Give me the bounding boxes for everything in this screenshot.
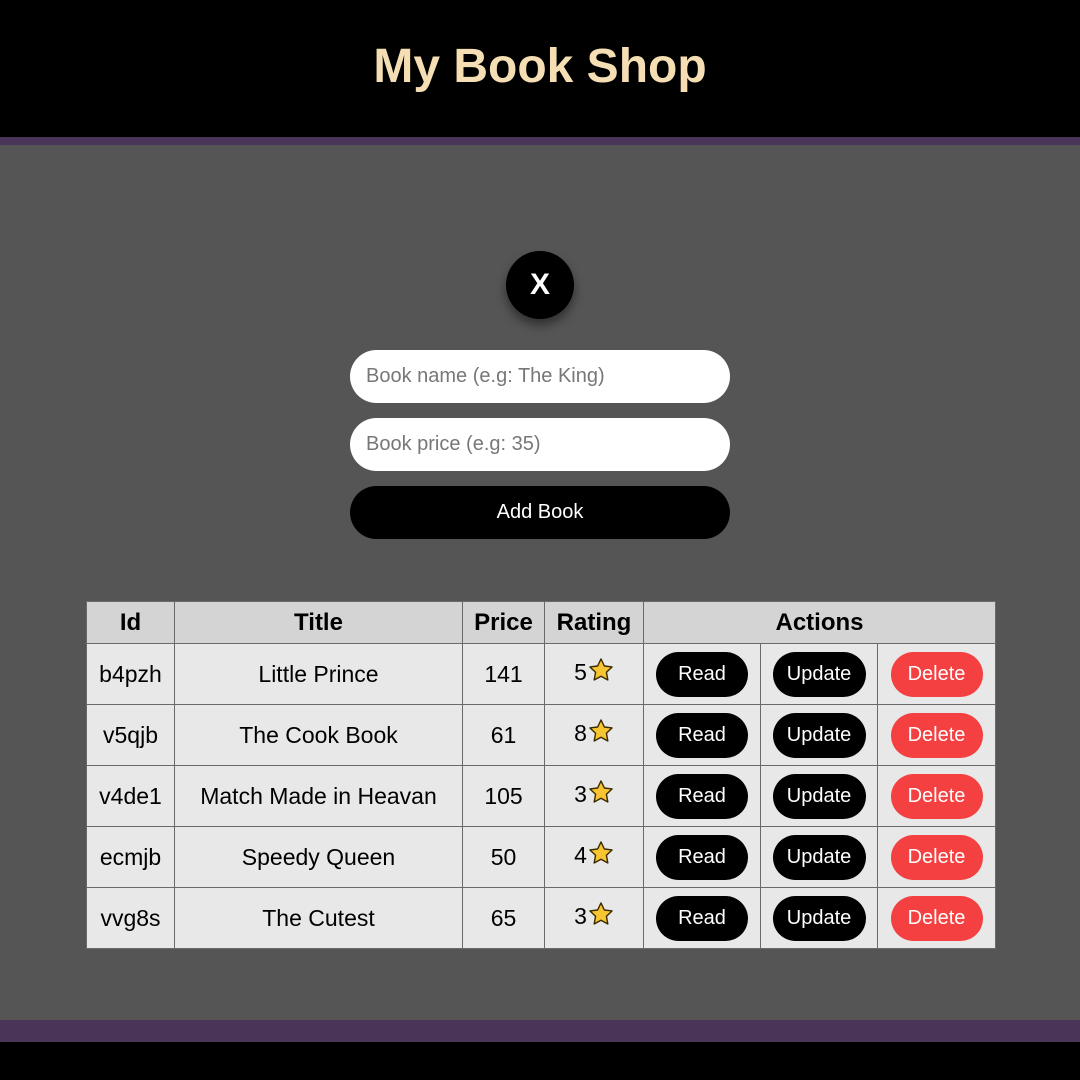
delete-button[interactable]: Delete: [890, 651, 983, 697]
book-id: ecmjb: [86, 826, 175, 888]
table-row: b4pzh Little Prince 141 5 Read Update Delete: [86, 643, 996, 705]
star-icon: [588, 840, 614, 872]
book-title: The Cook Book: [174, 704, 463, 766]
star-icon: [588, 901, 614, 933]
delete-button[interactable]: Delete: [890, 773, 983, 819]
book-name-input[interactable]: [350, 350, 730, 403]
page-header: My Book Shop: [0, 0, 1080, 137]
book-id: v4de1: [86, 765, 175, 827]
delete-cell: Delete: [877, 826, 996, 888]
book-title: Speedy Queen: [174, 826, 463, 888]
add-book-button[interactable]: Add Book: [350, 486, 730, 539]
close-icon: X: [529, 268, 550, 301]
rating-value: 3: [574, 903, 587, 930]
rating-value: 5: [574, 659, 587, 686]
page-title: My Book Shop: [373, 40, 707, 93]
read-button[interactable]: Read: [656, 651, 748, 697]
read-button[interactable]: Read: [656, 834, 748, 880]
update-button[interactable]: Update: [772, 651, 866, 697]
delete-button[interactable]: Delete: [890, 712, 983, 758]
update-button[interactable]: Update: [772, 712, 866, 758]
update-cell: Update: [760, 765, 878, 827]
book-title: The Cutest: [174, 887, 463, 949]
update-cell: Update: [760, 887, 878, 949]
book-price: 105: [462, 765, 545, 827]
star-icon: [588, 718, 614, 750]
page-footer: [0, 1042, 1080, 1080]
delete-cell: Delete: [877, 765, 996, 827]
rating-value: 3: [574, 781, 587, 808]
delete-button[interactable]: Delete: [890, 895, 983, 941]
book-price-input[interactable]: [350, 418, 730, 471]
table-row: v4de1 Match Made in Heavan 105 3 Read Update D…: [86, 765, 996, 827]
delete-button[interactable]: Delete: [890, 834, 983, 880]
delete-cell: Delete: [877, 704, 996, 766]
delete-cell: Delete: [877, 887, 996, 949]
book-title: Little Prince: [174, 643, 463, 705]
close-form-button[interactable]: X: [506, 251, 574, 319]
book-id: vvg8s: [86, 887, 175, 949]
book-rating: 3: [544, 887, 644, 949]
rating-value: 4: [574, 842, 587, 869]
delete-cell: Delete: [877, 643, 996, 705]
update-button[interactable]: Update: [772, 834, 866, 880]
header-actions: Actions: [643, 601, 996, 644]
table-row: v5qjb The Cook Book 61 8 Read Update Delete: [86, 704, 996, 766]
update-cell: Update: [760, 704, 878, 766]
book-price: 65: [462, 887, 545, 949]
book-title: Match Made in Heavan: [174, 765, 463, 827]
read-button[interactable]: Read: [656, 712, 748, 758]
book-rating: 5: [544, 643, 644, 705]
read-cell: Read: [643, 826, 761, 888]
header-price: Price: [462, 601, 545, 644]
update-cell: Update: [760, 643, 878, 705]
star-icon: [588, 779, 614, 811]
book-price: 61: [462, 704, 545, 766]
books-table: Id Title Price Rating Actions b4pzh Littl…: [86, 601, 996, 949]
read-cell: Read: [643, 643, 761, 705]
book-price: 141: [462, 643, 545, 705]
book-id: b4pzh: [86, 643, 175, 705]
update-button[interactable]: Update: [772, 773, 866, 819]
table-header-row: Id Title Price Rating Actions: [86, 601, 996, 644]
read-cell: Read: [643, 704, 761, 766]
book-rating: 3: [544, 765, 644, 827]
table-row: vvg8s The Cutest 65 3 Read Update Delete: [86, 887, 996, 949]
read-button[interactable]: Read: [656, 895, 748, 941]
book-id: v5qjb: [86, 704, 175, 766]
rating-value: 8: [574, 720, 587, 747]
header-id: Id: [86, 601, 175, 644]
footer-divider: [0, 1020, 1080, 1042]
header-divider: [0, 137, 1080, 145]
header-rating: Rating: [544, 601, 644, 644]
book-rating: 8: [544, 704, 644, 766]
table-row: ecmjb Speedy Queen 50 4 Read Update Delete: [86, 826, 996, 888]
update-button[interactable]: Update: [772, 895, 866, 941]
header-title: Title: [174, 601, 463, 644]
read-button[interactable]: Read: [656, 773, 748, 819]
book-price: 50: [462, 826, 545, 888]
star-icon: [588, 657, 614, 689]
book-rating: 4: [544, 826, 644, 888]
read-cell: Read: [643, 887, 761, 949]
update-cell: Update: [760, 826, 878, 888]
read-cell: Read: [643, 765, 761, 827]
